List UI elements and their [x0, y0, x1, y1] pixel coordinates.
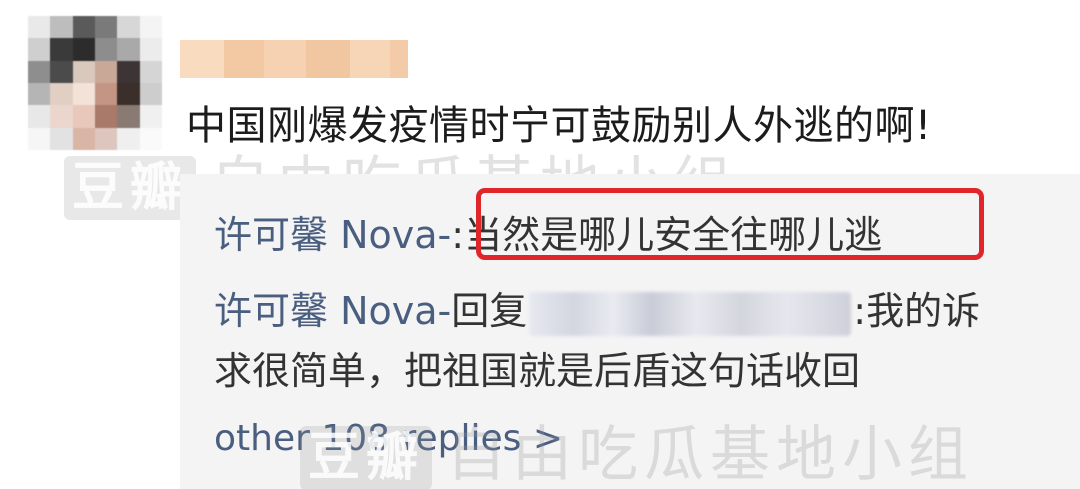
mention-redacted[interactable]: [529, 291, 852, 336]
highlight-box: [476, 188, 984, 260]
reply-text-continuation: 求很简单，把祖国就是后盾这句话收回: [214, 349, 861, 393]
username-redacted[interactable]: [180, 40, 408, 78]
more-replies-link[interactable]: other 108 replies >: [214, 414, 563, 464]
comment-screen: 中国刚爆发疫情时宁可鼓励别人外逃的啊! 豆瓣自由吃瓜基地小组 许可馨 Nova-…: [0, 0, 1080, 489]
reply-text: :我的诉: [853, 289, 981, 333]
reply-separator: :: [451, 213, 465, 257]
reply-action: 回复: [451, 289, 528, 333]
reply-item[interactable]: 许可馨 Nova-回复 :我的诉: [214, 286, 980, 336]
avatar[interactable]: [28, 16, 162, 150]
reply-author[interactable]: 许可馨 Nova-: [214, 289, 451, 333]
watermark-logo: 豆瓣: [64, 156, 197, 221]
reply-author[interactable]: 许可馨 Nova-: [214, 213, 451, 257]
comment-text: 中国刚爆发疫情时宁可鼓励别人外逃的啊!: [186, 103, 932, 149]
